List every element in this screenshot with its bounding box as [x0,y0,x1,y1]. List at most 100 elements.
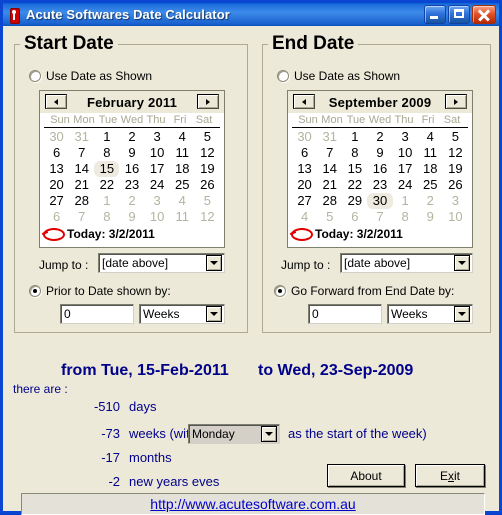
calendar-day-cell[interactable]: 10 [145,209,170,225]
calendar-day-cell[interactable]: 13 [292,161,317,177]
calendar-day-cell[interactable]: 6 [342,209,367,225]
end-use-date-radio[interactable]: Use Date as Shown [277,69,400,83]
calendar-day-cell[interactable]: 5 [195,129,220,145]
calendar-day-cell[interactable]: 25 [418,177,443,193]
calendar-day-cell[interactable]: 11 [418,145,443,161]
start-offset-input[interactable]: 0 [60,304,134,324]
calendar-day-cell[interactable]: 8 [94,145,119,161]
calendar-day-cell[interactable]: 3 [145,129,170,145]
chevron-down-icon[interactable] [454,306,470,322]
calendar-day-cell[interactable]: 17 [145,161,170,177]
calendar-day-cell[interactable]: 16 [367,161,392,177]
end-offset-unit-select[interactable]: Weeks [387,304,473,324]
exit-button[interactable]: Exit [415,464,485,487]
calendar-day-cell[interactable]: 21 [317,177,342,193]
calendar-day-cell[interactable]: 15 [94,161,120,177]
calendar-day-cell[interactable]: 23 [119,177,144,193]
calendar-day-cell[interactable]: 5 [195,193,220,209]
calendar-day-cell[interactable]: 30 [292,129,317,145]
start-prev-month-button[interactable] [45,94,67,109]
calendar-day-cell[interactable]: 8 [342,145,367,161]
calendar-day-cell[interactable]: 5 [317,209,342,225]
calendar-day-cell[interactable]: 27 [44,193,69,209]
calendar-day-cell[interactable]: 26 [195,177,220,193]
calendar-day-cell[interactable]: 16 [119,161,144,177]
start-calendar[interactable]: February 2011 Sun Mon Tue Wed Thu Fri Sat 30 31… [39,90,225,248]
title-bar[interactable]: Acute Softwares Date Calculator [3,3,499,26]
calendar-day-cell[interactable]: 10 [393,145,418,161]
calendar-day-cell[interactable]: 11 [170,209,195,225]
end-next-month-button[interactable] [445,94,467,109]
calendar-day-cell[interactable]: 29 [342,193,367,209]
calendar-day-cell[interactable]: 1 [342,129,367,145]
calendar-day-cell[interactable]: 1 [94,129,119,145]
end-offset-radio[interactable]: Go Forward from End Date by: [274,284,454,298]
calendar-day-cell[interactable]: 3 [393,129,418,145]
calendar-day-cell[interactable]: 22 [94,177,119,193]
calendar-day-cell[interactable]: 18 [418,161,443,177]
calendar-day-cell[interactable]: 5 [443,129,468,145]
calendar-day-cell[interactable]: 4 [170,129,195,145]
calendar-day-cell[interactable]: 10 [145,145,170,161]
calendar-day-cell[interactable]: 6 [44,145,69,161]
maximize-button[interactable] [448,5,470,24]
calendar-day-cell[interactable]: 1 [393,193,418,209]
end-calendar-grid[interactable]: 30 31 1 2 3 4 5 6 7 8 9 10 11 12 13 14 15 16 17 18 19 20 21 22 2… [288,128,472,225]
calendar-day-cell[interactable]: 7 [367,209,392,225]
calendar-day-cell[interactable]: 2 [119,129,144,145]
calendar-day-cell[interactable]: 2 [418,193,443,209]
calendar-day-cell[interactable]: 1 [94,193,119,209]
calendar-day-cell[interactable]: 6 [44,209,69,225]
calendar-day-cell[interactable]: 12 [195,209,220,225]
calendar-day-cell[interactable]: 7 [69,209,94,225]
calendar-day-cell[interactable]: 25 [170,177,195,193]
end-prev-month-button[interactable] [293,94,315,109]
end-calendar[interactable]: September 2009 Sun Mon Tue Wed Thu Fri Sat 30 3… [287,90,473,248]
calendar-day-cell[interactable]: 2 [119,193,144,209]
calendar-day-cell[interactable]: 19 [195,161,220,177]
calendar-day-cell[interactable]: 9 [119,145,144,161]
calendar-day-cell[interactable]: 10 [443,209,468,225]
start-next-month-button[interactable] [197,94,219,109]
minimize-button[interactable] [424,5,446,24]
calendar-day-cell[interactable]: 4 [418,129,443,145]
start-use-date-radio[interactable]: Use Date as Shown [29,69,152,83]
calendar-day-cell[interactable]: 30 [367,193,393,209]
calendar-day-cell[interactable]: 15 [342,161,367,177]
calendar-day-cell[interactable]: 3 [145,193,170,209]
chevron-down-icon[interactable] [206,255,222,271]
website-link[interactable]: http://www.acutesoftware.com.au [150,496,355,512]
calendar-day-cell[interactable]: 17 [393,161,418,177]
end-offset-input[interactable]: 0 [308,304,382,324]
calendar-day-cell[interactable]: 28 [317,193,342,209]
calendar-day-cell[interactable]: 7 [69,145,94,161]
calendar-day-cell[interactable]: 12 [195,145,220,161]
calendar-day-cell[interactable]: 2 [367,129,392,145]
calendar-day-cell[interactable]: 22 [342,177,367,193]
calendar-day-cell[interactable]: 13 [44,161,69,177]
calendar-day-cell[interactable]: 14 [69,161,94,177]
close-button[interactable] [472,5,496,24]
calendar-day-cell[interactable]: 7 [317,145,342,161]
calendar-day-cell[interactable]: 6 [292,145,317,161]
calendar-day-cell[interactable]: 23 [367,177,392,193]
calendar-day-cell[interactable]: 28 [69,193,94,209]
calendar-day-cell[interactable]: 20 [292,177,317,193]
calendar-day-cell[interactable]: 19 [443,161,468,177]
calendar-day-cell[interactable]: 21 [69,177,94,193]
calendar-day-cell[interactable]: 12 [443,145,468,161]
calendar-day-cell[interactable]: 24 [145,177,170,193]
calendar-day-cell[interactable]: 9 [119,209,144,225]
chevron-down-icon[interactable] [454,255,470,271]
start-offset-unit-select[interactable]: Weeks [139,304,225,324]
calendar-day-cell[interactable]: 31 [69,129,94,145]
chevron-down-icon[interactable] [261,426,277,442]
calendar-day-cell[interactable]: 8 [94,209,119,225]
calendar-day-cell[interactable]: 14 [317,161,342,177]
calendar-day-cell[interactable]: 18 [170,161,195,177]
calendar-day-cell[interactable]: 26 [443,177,468,193]
chevron-down-icon[interactable] [206,306,222,322]
calendar-day-cell[interactable]: 27 [292,193,317,209]
calendar-day-cell[interactable]: 8 [393,209,418,225]
about-button[interactable]: About [327,464,405,487]
